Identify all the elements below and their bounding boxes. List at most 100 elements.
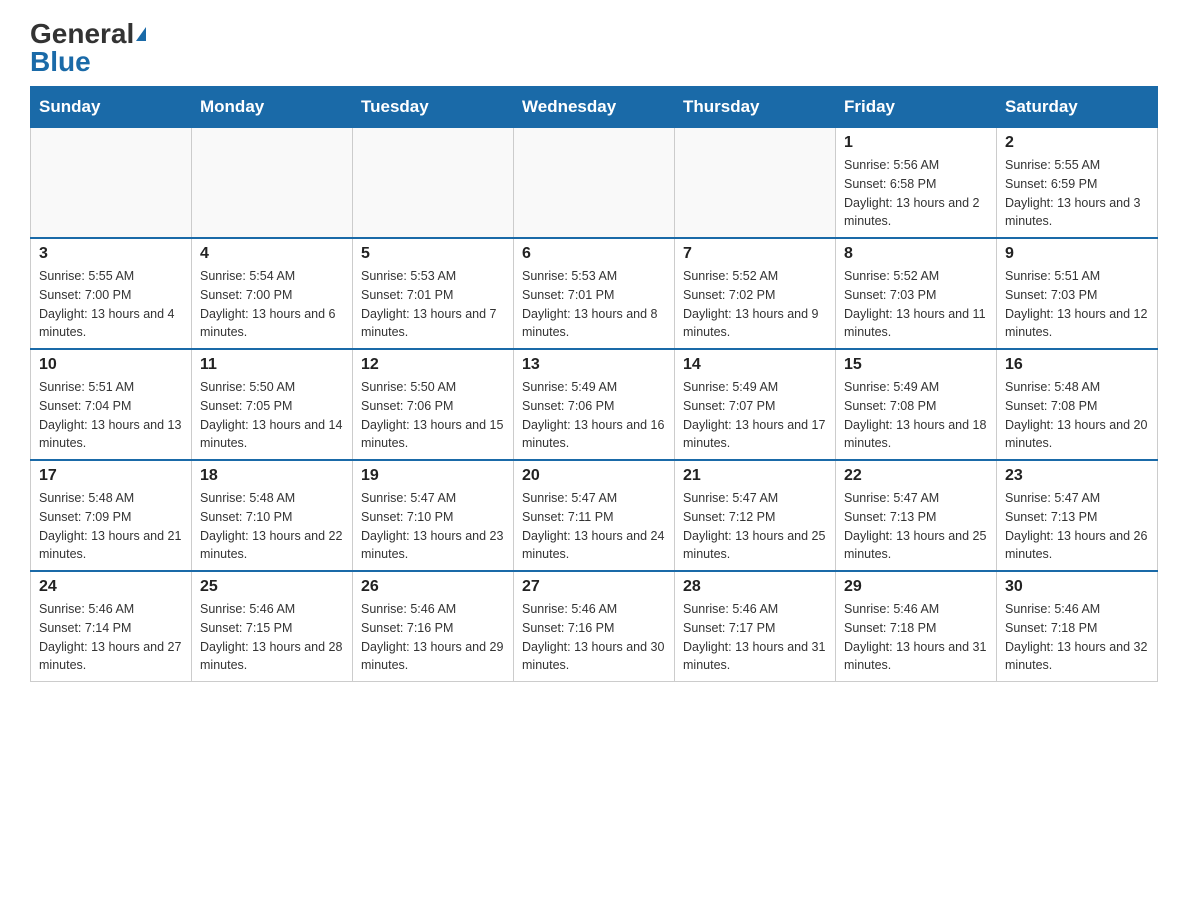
day-number: 20 [522,467,666,485]
day-number: 5 [361,245,505,263]
day-number: 8 [844,245,988,263]
day-number: 15 [844,356,988,374]
calendar-cell: 3 Sunrise: 5:55 AM Sunset: 7:00 PM Daylig… [31,238,192,349]
calendar-cell: 11 Sunrise: 5:50 AM Sunset: 7:05 PM Dayli… [192,349,353,460]
day-number: 23 [1005,467,1149,485]
weekday-header-sunday: Sunday [31,87,192,128]
calendar-cell: 21 Sunrise: 5:47 AM Sunset: 7:12 PM Dayli… [675,460,836,571]
day-info: Sunrise: 5:48 AM Sunset: 7:08 PM Dayligh… [1005,378,1149,453]
calendar-cell [31,128,192,239]
weekday-header-thursday: Thursday [675,87,836,128]
day-number: 21 [683,467,827,485]
weekday-header-wednesday: Wednesday [514,87,675,128]
day-info: Sunrise: 5:46 AM Sunset: 7:18 PM Dayligh… [844,600,988,675]
day-number: 28 [683,578,827,596]
calendar-cell: 12 Sunrise: 5:50 AM Sunset: 7:06 PM Dayli… [353,349,514,460]
day-number: 6 [522,245,666,263]
logo-triangle-icon [136,27,146,41]
day-info: Sunrise: 5:47 AM Sunset: 7:10 PM Dayligh… [361,489,505,564]
calendar-week-row: 24 Sunrise: 5:46 AM Sunset: 7:14 PM Dayli… [31,571,1158,682]
calendar-week-row: 3 Sunrise: 5:55 AM Sunset: 7:00 PM Daylig… [31,238,1158,349]
calendar-cell: 7 Sunrise: 5:52 AM Sunset: 7:02 PM Daylig… [675,238,836,349]
calendar-cell [353,128,514,239]
calendar-cell: 24 Sunrise: 5:46 AM Sunset: 7:14 PM Dayli… [31,571,192,682]
day-info: Sunrise: 5:49 AM Sunset: 7:08 PM Dayligh… [844,378,988,453]
calendar-cell: 16 Sunrise: 5:48 AM Sunset: 7:08 PM Dayli… [997,349,1158,460]
day-number: 30 [1005,578,1149,596]
day-number: 10 [39,356,183,374]
day-number: 12 [361,356,505,374]
day-info: Sunrise: 5:46 AM Sunset: 7:14 PM Dayligh… [39,600,183,675]
day-info: Sunrise: 5:47 AM Sunset: 7:12 PM Dayligh… [683,489,827,564]
day-info: Sunrise: 5:50 AM Sunset: 7:05 PM Dayligh… [200,378,344,453]
logo: General Blue [30,20,146,76]
day-info: Sunrise: 5:50 AM Sunset: 7:06 PM Dayligh… [361,378,505,453]
day-number: 29 [844,578,988,596]
day-info: Sunrise: 5:47 AM Sunset: 7:13 PM Dayligh… [844,489,988,564]
day-info: Sunrise: 5:54 AM Sunset: 7:00 PM Dayligh… [200,267,344,342]
day-number: 9 [1005,245,1149,263]
day-info: Sunrise: 5:56 AM Sunset: 6:58 PM Dayligh… [844,156,988,231]
calendar-cell: 19Sunrise: 5:47 AM Sunset: 7:10 PM Dayli… [353,460,514,571]
day-info: Sunrise: 5:53 AM Sunset: 7:01 PM Dayligh… [361,267,505,342]
calendar-cell: 9 Sunrise: 5:51 AM Sunset: 7:03 PM Daylig… [997,238,1158,349]
day-info: Sunrise: 5:47 AM Sunset: 7:13 PM Dayligh… [1005,489,1149,564]
day-info: Sunrise: 5:49 AM Sunset: 7:06 PM Dayligh… [522,378,666,453]
day-info: Sunrise: 5:47 AM Sunset: 7:11 PM Dayligh… [522,489,666,564]
page-header: General Blue [30,20,1158,76]
day-number: 22 [844,467,988,485]
day-info: Sunrise: 5:55 AM Sunset: 6:59 PM Dayligh… [1005,156,1149,231]
day-info: Sunrise: 5:46 AM Sunset: 7:18 PM Dayligh… [1005,600,1149,675]
day-info: Sunrise: 5:51 AM Sunset: 7:03 PM Dayligh… [1005,267,1149,342]
day-number: 1 [844,134,988,152]
weekday-header-saturday: Saturday [997,87,1158,128]
calendar-cell: 10Sunrise: 5:51 AM Sunset: 7:04 PM Dayli… [31,349,192,460]
day-number: 14 [683,356,827,374]
calendar-cell: 14 Sunrise: 5:49 AM Sunset: 7:07 PM Dayli… [675,349,836,460]
calendar-cell: 2 Sunrise: 5:55 AM Sunset: 6:59 PM Daylig… [997,128,1158,239]
day-info: Sunrise: 5:49 AM Sunset: 7:07 PM Dayligh… [683,378,827,453]
calendar-cell: 23 Sunrise: 5:47 AM Sunset: 7:13 PM Dayli… [997,460,1158,571]
calendar-cell [192,128,353,239]
day-number: 4 [200,245,344,263]
calendar-table: SundayMondayTuesdayWednesdayThursdayFrid… [30,86,1158,682]
day-info: Sunrise: 5:55 AM Sunset: 7:00 PM Dayligh… [39,267,183,342]
day-info: Sunrise: 5:53 AM Sunset: 7:01 PM Dayligh… [522,267,666,342]
day-info: Sunrise: 5:48 AM Sunset: 7:10 PM Dayligh… [200,489,344,564]
day-number: 7 [683,245,827,263]
calendar-cell: 28 Sunrise: 5:46 AM Sunset: 7:17 PM Dayli… [675,571,836,682]
calendar-cell: 8 Sunrise: 5:52 AM Sunset: 7:03 PM Daylig… [836,238,997,349]
calendar-cell: 25Sunrise: 5:46 AM Sunset: 7:15 PM Dayli… [192,571,353,682]
weekday-header-tuesday: Tuesday [353,87,514,128]
day-info: Sunrise: 5:52 AM Sunset: 7:03 PM Dayligh… [844,267,988,342]
day-number: 24 [39,578,183,596]
day-info: Sunrise: 5:52 AM Sunset: 7:02 PM Dayligh… [683,267,827,342]
calendar-week-row: 10Sunrise: 5:51 AM Sunset: 7:04 PM Dayli… [31,349,1158,460]
calendar-cell: 6 Sunrise: 5:53 AM Sunset: 7:01 PM Daylig… [514,238,675,349]
day-number: 16 [1005,356,1149,374]
calendar-cell: 18 Sunrise: 5:48 AM Sunset: 7:10 PM Dayli… [192,460,353,571]
day-number: 17 [39,467,183,485]
calendar-cell [675,128,836,239]
day-number: 2 [1005,134,1149,152]
calendar-cell: 20 Sunrise: 5:47 AM Sunset: 7:11 PM Dayli… [514,460,675,571]
calendar-cell: 27Sunrise: 5:46 AM Sunset: 7:16 PM Dayli… [514,571,675,682]
calendar-cell [514,128,675,239]
weekday-header-row: SundayMondayTuesdayWednesdayThursdayFrid… [31,87,1158,128]
logo-general-text: General [30,20,134,48]
calendar-week-row: 1 Sunrise: 5:56 AM Sunset: 6:58 PM Daylig… [31,128,1158,239]
day-info: Sunrise: 5:46 AM Sunset: 7:16 PM Dayligh… [361,600,505,675]
calendar-cell: 4 Sunrise: 5:54 AM Sunset: 7:00 PM Daylig… [192,238,353,349]
calendar-cell: 5 Sunrise: 5:53 AM Sunset: 7:01 PM Daylig… [353,238,514,349]
day-number: 3 [39,245,183,263]
day-info: Sunrise: 5:46 AM Sunset: 7:17 PM Dayligh… [683,600,827,675]
logo-blue-text: Blue [30,48,91,76]
calendar-cell: 29 Sunrise: 5:46 AM Sunset: 7:18 PM Dayli… [836,571,997,682]
day-number: 26 [361,578,505,596]
calendar-week-row: 17 Sunrise: 5:48 AM Sunset: 7:09 PM Dayli… [31,460,1158,571]
day-info: Sunrise: 5:48 AM Sunset: 7:09 PM Dayligh… [39,489,183,564]
calendar-cell: 22 Sunrise: 5:47 AM Sunset: 7:13 PM Dayli… [836,460,997,571]
day-number: 18 [200,467,344,485]
weekday-header-friday: Friday [836,87,997,128]
day-number: 11 [200,356,344,374]
